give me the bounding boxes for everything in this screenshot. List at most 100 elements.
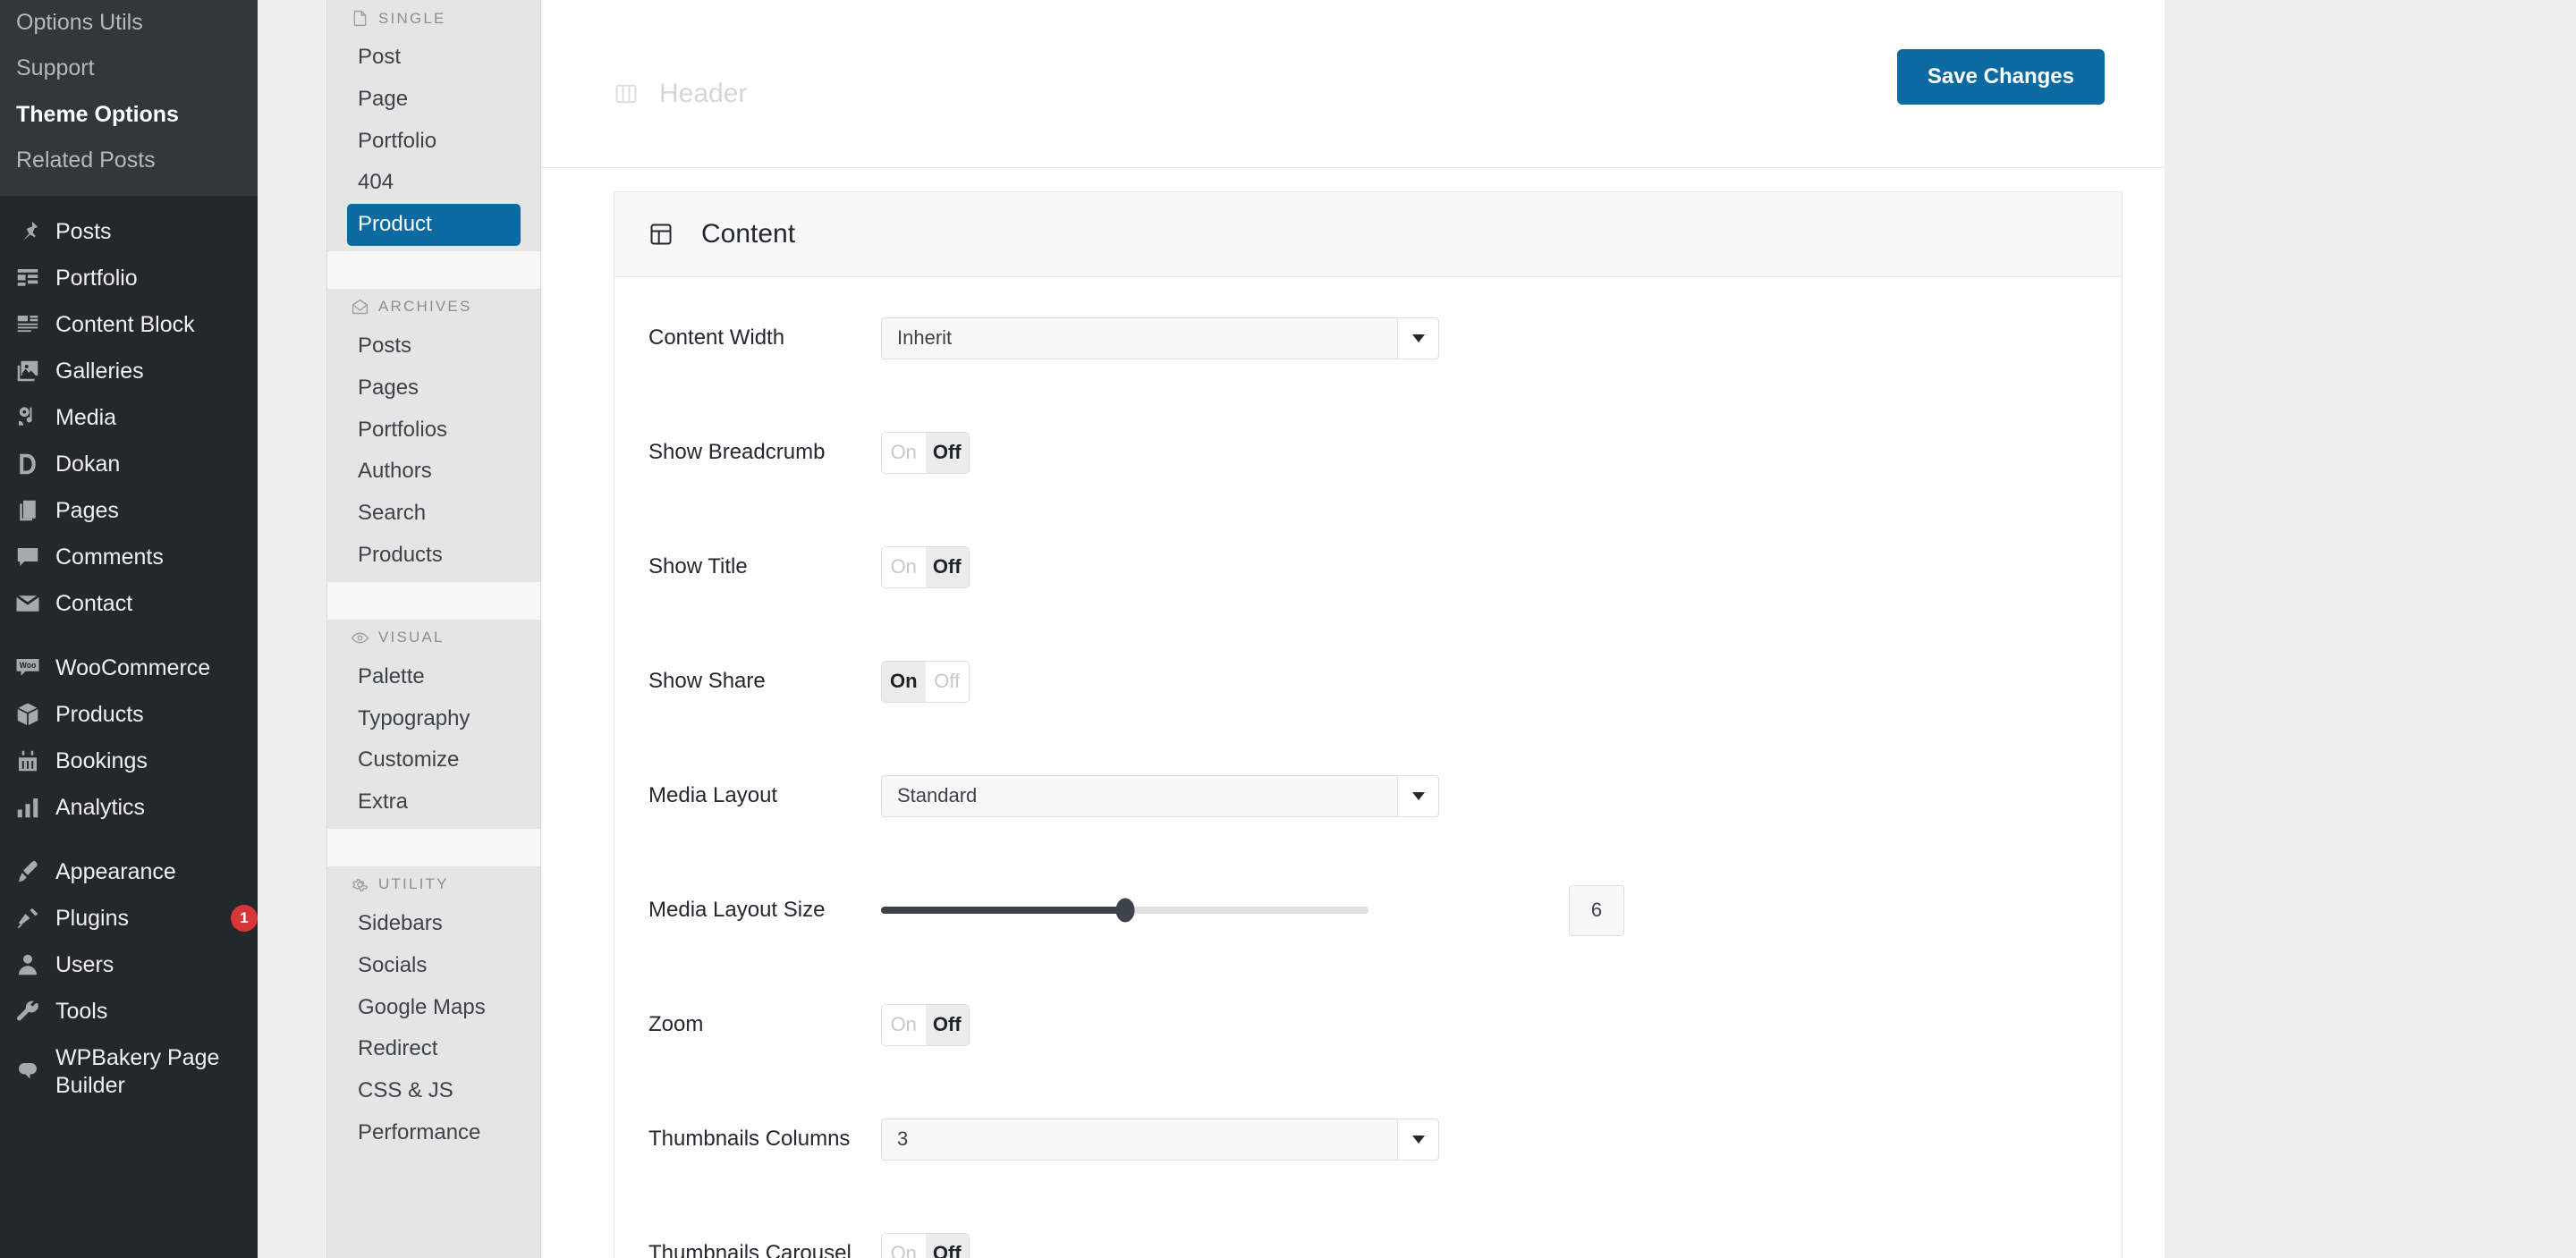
wp-menu-label: Content Block [55, 312, 195, 337]
wp-menu-item-bookings[interactable]: Bookings [0, 738, 258, 784]
opt-item-css-js[interactable]: CSS & JS [347, 1070, 521, 1112]
toggle-show-share[interactable]: On Off [881, 660, 970, 703]
wp-menu-item-tools[interactable]: Tools [0, 988, 258, 1034]
images-icon [14, 358, 41, 384]
wp-menu-item-products[interactable]: Products [0, 691, 258, 738]
wp-menu-label: Analytics [55, 795, 146, 820]
wp-submenu-item-options-utils[interactable]: Options Utils [0, 0, 258, 46]
plug-icon [14, 905, 41, 932]
field-label-show-breadcrumb: Show Breadcrumb [648, 439, 826, 464]
toggle-on-segment[interactable]: On [882, 432, 926, 473]
toggle-off-segment[interactable]: Off [925, 546, 969, 587]
select-thumbnails-columns[interactable]: 3 [881, 1118, 1439, 1161]
slider-handle[interactable] [1115, 898, 1134, 923]
opt-item-portfolio[interactable]: Portfolio [347, 121, 521, 163]
field-spacer [614, 824, 2122, 882]
opt-item-sidebars[interactable]: Sidebars [347, 903, 521, 945]
wp-menu-label: Tools [55, 999, 108, 1024]
select-content-width[interactable]: Inherit [881, 317, 1439, 359]
chevron-down-icon[interactable] [1397, 775, 1438, 816]
wp-menu-item-analytics[interactable]: Analytics [0, 784, 258, 831]
toggle-show-breadcrumb[interactable]: On Off [881, 431, 970, 474]
wp-menu-item-users[interactable]: Users [0, 941, 258, 988]
wp-menu-item-wpbakery-page-builder[interactable]: WPBakery Page Builder [0, 1034, 258, 1110]
chevron-down-icon[interactable] [1397, 317, 1438, 359]
wp-menu-item-portfolio[interactable]: Portfolio [0, 255, 258, 301]
opt-item-404[interactable]: 404 [347, 162, 521, 204]
toggle-off-segment[interactable]: Off [925, 661, 969, 702]
wp-menu-item-pages[interactable]: Pages [0, 487, 258, 534]
sidebar-gap [258, 0, 326, 1258]
woo-icon: Woo [14, 654, 41, 681]
opt-item-post[interactable]: Post [347, 37, 521, 79]
opt-group-label: ARCHIVES [378, 298, 472, 316]
wp-menu-item-appearance[interactable]: Appearance [0, 849, 258, 895]
opt-item-google-maps[interactable]: Google Maps [347, 987, 521, 1029]
wp-menu-item-contact[interactable]: Contact [0, 580, 258, 627]
opt-item-search[interactable]: Search [347, 493, 521, 535]
field-spacer [614, 1053, 2122, 1110]
dokan-icon [14, 451, 41, 477]
opt-group-title-single: SINGLE [327, 0, 540, 37]
opt-item-palette[interactable]: Palette [347, 656, 521, 698]
opt-item-page[interactable]: Page [347, 79, 521, 121]
wp-menu-item-plugins[interactable]: Plugins 1 [0, 895, 258, 941]
layout-panel-icon [648, 222, 674, 247]
opt-item-portfolios[interactable]: Portfolios [347, 409, 521, 452]
wp-menu-item-galleries[interactable]: Galleries [0, 348, 258, 394]
opt-item-typography[interactable]: Typography [347, 698, 521, 740]
toggle-show-title[interactable]: On Off [881, 545, 970, 588]
wp-menu-item-woocommerce[interactable]: Woo WooCommerce [0, 645, 258, 691]
opt-item-posts[interactable]: Posts [347, 325, 521, 367]
wp-submenu-item-related-posts[interactable]: Related Posts [0, 138, 258, 183]
portfolio-grid-icon [14, 265, 41, 291]
opt-item-performance[interactable]: Performance [347, 1112, 521, 1154]
opt-item-customize[interactable]: Customize [347, 739, 521, 781]
opt-item-product[interactable]: Product [347, 204, 521, 246]
wp-menu-item-dokan[interactable]: Dokan [0, 441, 258, 487]
wp-main-menu: Posts Portfolio Content Block Galleries Medi… [0, 196, 258, 1110]
toggle-on-segment[interactable]: On [882, 661, 926, 702]
opt-item-redirect[interactable]: Redirect [347, 1028, 521, 1070]
comment-icon [14, 544, 41, 570]
opt-group-utility: UTILITY Sidebars Socials Google Maps Redirec… [327, 865, 540, 1160]
opt-item-authors[interactable]: Authors [347, 451, 521, 493]
field-control-thumbnails-carousel: On Off [881, 1232, 2122, 1258]
toggle-on-segment[interactable]: On [882, 1233, 926, 1258]
select-media-layout[interactable]: Standard [881, 774, 1439, 817]
toggle-off-segment[interactable]: Off [925, 1233, 969, 1258]
field-control-media-layout-size: 6 [881, 884, 2122, 936]
wp-submenu-item-theme-options[interactable]: Theme Options [0, 92, 258, 138]
field-show-share: Show Share On Off [614, 653, 2122, 710]
field-control-show-title: On Off [881, 545, 2122, 588]
wp-menu-item-media[interactable]: Media [0, 394, 258, 441]
save-changes-button[interactable]: Save Changes [1896, 49, 2105, 105]
select-value: Standard [897, 784, 978, 806]
toggle-thumbnails-carousel[interactable]: On Off [881, 1232, 970, 1258]
chevron-down-icon[interactable] [1397, 1119, 1438, 1160]
wp-menu-label: Contact [55, 591, 133, 616]
wp-menu-label: Portfolio [55, 266, 138, 291]
opt-item-pages[interactable]: Pages [347, 367, 521, 409]
toggle-on-segment[interactable]: On [882, 1004, 926, 1045]
slider-media-layout-size[interactable] [881, 898, 1368, 923]
field-label-thumbnails-carousel: Thumbnails Carousel [648, 1240, 852, 1258]
field-content-width: Content Width Inherit [614, 309, 2122, 367]
opt-item-extra[interactable]: Extra [347, 781, 521, 823]
wp-submenu-item-support[interactable]: Support [0, 46, 258, 91]
opt-item-products[interactable]: Products [347, 535, 521, 577]
toggle-on-segment[interactable]: On [882, 546, 926, 587]
slider-value[interactable]: 6 [1569, 884, 1624, 936]
field-label-show-title: Show Title [648, 553, 748, 578]
field-control-media-layout: Standard [881, 774, 2122, 817]
wp-menu-item-content-block[interactable]: Content Block [0, 301, 258, 348]
wp-menu-item-comments[interactable]: Comments [0, 534, 258, 580]
opt-item-socials[interactable]: Socials [347, 945, 521, 987]
wp-menu-item-posts[interactable]: Posts [0, 208, 258, 255]
toggle-zoom[interactable]: On Off [881, 1003, 970, 1046]
field-spacer [614, 939, 2122, 996]
paintbrush-icon [14, 858, 41, 885]
toggle-off-segment[interactable]: Off [925, 1004, 969, 1045]
toggle-off-segment[interactable]: Off [925, 432, 969, 473]
menu-separator [0, 831, 258, 849]
